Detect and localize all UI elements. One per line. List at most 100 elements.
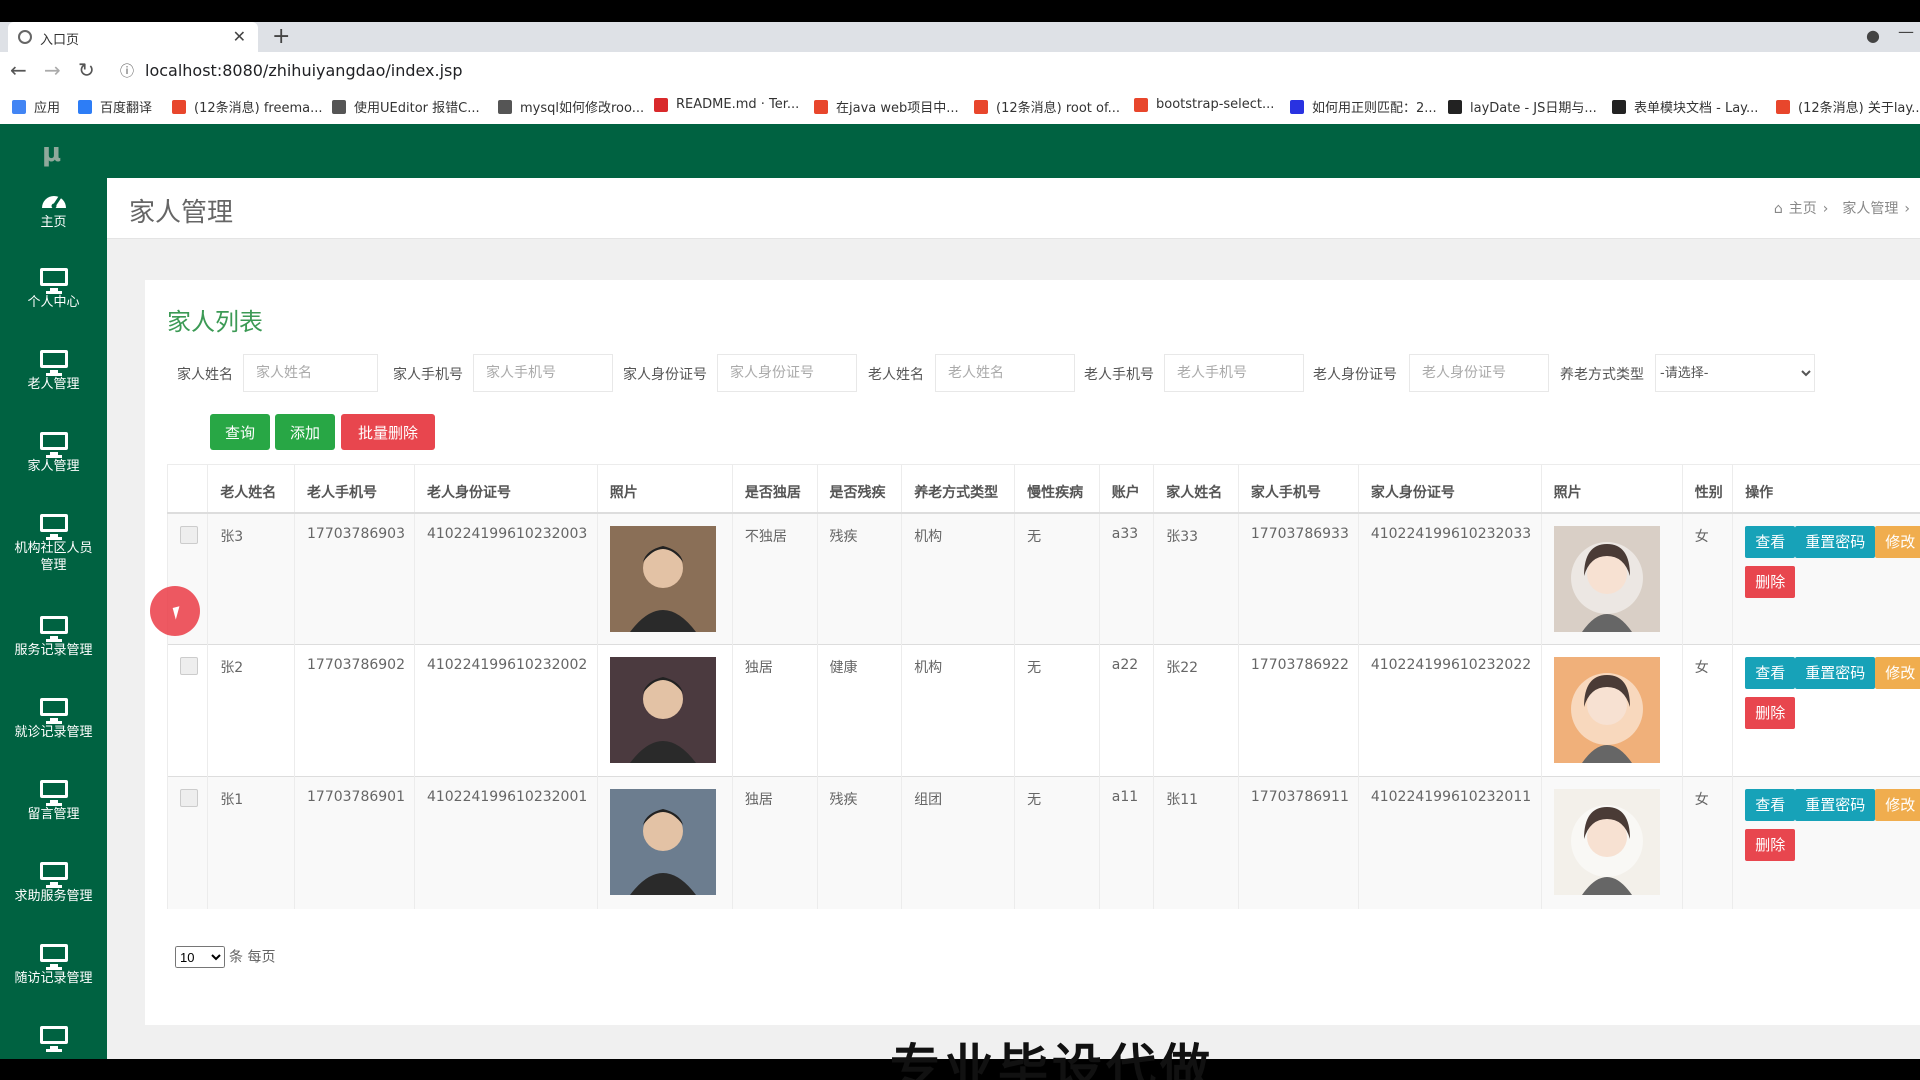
bookmark-label: layDate - JS日期与... — [1470, 101, 1597, 116]
sidebar-item-label: 主页 — [40, 215, 67, 230]
bookmark-favicon-icon — [1134, 97, 1148, 112]
bookmark-item[interactable]: 在java web项目中... — [814, 97, 959, 116]
elder-phone-input[interactable] — [1164, 354, 1304, 392]
family-photo-cell — [1540, 644, 1683, 777]
sidebar-item[interactable]: 家人管理 — [0, 432, 107, 475]
monitor-icon — [39, 350, 68, 376]
sidebar-item[interactable]: 个人中心 — [0, 268, 107, 311]
edit-button[interactable]: 修改 — [1875, 789, 1920, 821]
edit-button[interactable]: 修改 — [1875, 525, 1920, 558]
filter-label-family-id: 家人身份证号 — [623, 367, 707, 383]
cell-elder-id: 410224199610232003 — [413, 512, 598, 645]
view-button[interactable]: 查看 — [1745, 525, 1796, 558]
profile-icon[interactable]: ● — [1866, 26, 1880, 45]
page-header: 家人管理 ⌂ 主页 › 家人管理 › — [107, 178, 1920, 239]
sidebar-item-label: 老人管理 — [27, 377, 80, 392]
select-all-cell[interactable] — [166, 464, 208, 514]
filter-label-elder-id: 老人身份证号 — [1313, 367, 1397, 383]
family-id-input[interactable] — [717, 354, 857, 392]
cell-alone: 独居 — [731, 776, 818, 909]
reset-password-button[interactable]: 重置密码 — [1795, 657, 1876, 689]
sidebar-item[interactable]: 留言管理 — [0, 780, 107, 823]
minimize-icon[interactable]: — — [1898, 22, 1914, 41]
bookmark-item[interactable]: 应用 — [12, 97, 60, 116]
monitor-icon — [39, 1026, 68, 1052]
row-checkbox[interactable] — [180, 657, 198, 675]
cell-elder-id: 410224199610232002 — [413, 644, 598, 777]
bookmark-item[interactable]: layDate - JS日期与... — [1448, 97, 1597, 116]
close-tab-icon[interactable]: ✕ — [233, 27, 246, 46]
sidebar-item[interactable]: 随访记录管理 — [0, 944, 107, 987]
monitor-icon — [39, 514, 68, 540]
sidebar-item[interactable]: 老人管理 — [0, 350, 107, 393]
family-photo-cell — [1540, 512, 1683, 645]
sidebar-item[interactable]: 主页 — [0, 188, 107, 231]
delete-button[interactable]: 删除 — [1745, 697, 1796, 729]
column-header: 照片 — [596, 464, 733, 514]
sidebar-item[interactable] — [0, 1026, 107, 1052]
new-tab-icon[interactable]: + — [272, 24, 290, 49]
family-name-input[interactable] — [243, 354, 378, 392]
family-phone-input[interactable] — [473, 354, 613, 392]
elder-name-input[interactable] — [935, 354, 1075, 392]
edit-button[interactable]: 修改 — [1875, 657, 1920, 689]
monitor-icon — [39, 432, 68, 458]
reset-password-button[interactable]: 重置密码 — [1795, 525, 1876, 558]
page-size-select[interactable]: 10 — [175, 946, 225, 968]
filter-label-elder-phone: 老人手机号 — [1084, 367, 1154, 383]
bookmark-item[interactable]: (12条消息) freema... — [172, 97, 322, 116]
cell-disabled: 残疾 — [816, 776, 902, 909]
batch-delete-button[interactable]: 批量删除 — [341, 414, 435, 450]
bookmark-item[interactable]: (12条消息) 关于lay... — [1776, 97, 1920, 116]
bookmark-item[interactable]: bootstrap-select... — [1134, 97, 1274, 112]
sidebar-item[interactable]: 就诊记录管理 — [0, 698, 107, 741]
row-checkbox[interactable] — [180, 789, 198, 807]
bookmark-item[interactable]: mysql如何修改roo... — [498, 97, 644, 116]
forward-icon[interactable]: → — [44, 58, 61, 82]
elder-photo — [609, 657, 716, 763]
browser-tab[interactable]: 入口页 ✕ — [8, 22, 258, 52]
bookmarks-bar: 应用 百度翻译 (12条消息) freema... 使用UEditor 报错C... m… — [0, 88, 1920, 124]
care-type-select[interactable]: -请选择- — [1655, 354, 1815, 392]
sidebar-item[interactable]: 求助服务管理 — [0, 862, 107, 905]
filter-bar: 家人姓名 家人手机号 家人身份证号 老人姓名 老人手机号 老人身份证号 养老方式… — [145, 354, 1920, 394]
sidebar-item[interactable]: 服务记录管理 — [0, 616, 107, 659]
bookmark-item[interactable]: 表单模块文档 - Lay... — [1612, 97, 1758, 116]
sidebar-item-label: 求助服务管理 — [14, 889, 93, 904]
row-checkbox[interactable] — [180, 525, 198, 544]
column-header: 老人手机号 — [294, 464, 415, 514]
table-row: 张3 17703786903 410224199610232003 不独居 残疾 机构无 a… — [166, 512, 1920, 645]
bookmark-label: mysql如何修改roo... — [520, 101, 645, 116]
cell-elder-phone: 17703786903 — [294, 512, 415, 645]
bookmark-favicon-icon — [654, 97, 668, 112]
delete-button[interactable]: 删除 — [1745, 829, 1796, 861]
bookmark-item[interactable]: 使用UEditor 报错C... — [332, 97, 480, 116]
sidebar-item[interactable]: 机构社区人员管理 — [0, 514, 107, 574]
filter-label-family-name: 家人姓名 — [177, 367, 233, 383]
view-button[interactable]: 查看 — [1745, 789, 1796, 821]
delete-button[interactable]: 删除 — [1745, 565, 1796, 598]
back-icon[interactable]: ← — [10, 58, 27, 82]
breadcrumb-home[interactable]: 主页 — [1789, 201, 1817, 217]
bookmark-item[interactable]: 百度翻译 — [78, 97, 152, 116]
bookmark-item[interactable]: 如何用正则匹配：2... — [1290, 97, 1437, 116]
query-button[interactable]: 查询 — [210, 414, 270, 450]
breadcrumb-separator: › — [1904, 201, 1910, 217]
cell-family-phone: 17703786933 — [1237, 512, 1359, 645]
bookmark-label: (12条消息) root of... — [996, 101, 1120, 116]
elder-id-input[interactable] — [1409, 354, 1549, 392]
monitor-icon — [39, 862, 68, 888]
elder-photo-cell — [596, 512, 733, 645]
elder-photo — [609, 789, 716, 895]
url-field[interactable]: ⓘ localhost:8080/zhihuiyangdao/index.jsp — [112, 56, 1902, 84]
reset-password-button[interactable]: 重置密码 — [1795, 789, 1876, 821]
reload-icon[interactable]: ↻ — [78, 58, 95, 82]
add-button[interactable]: 添加 — [275, 414, 335, 450]
top-header: μ — [0, 124, 1920, 178]
bookmark-favicon-icon — [332, 99, 346, 114]
view-button[interactable]: 查看 — [1745, 657, 1796, 689]
column-header: 养老方式类型 — [901, 464, 1015, 514]
bookmark-item[interactable]: (12条消息) root of... — [974, 97, 1120, 116]
family-photo — [1553, 657, 1660, 763]
bookmark-item[interactable]: README.md · Ter... — [654, 97, 799, 112]
